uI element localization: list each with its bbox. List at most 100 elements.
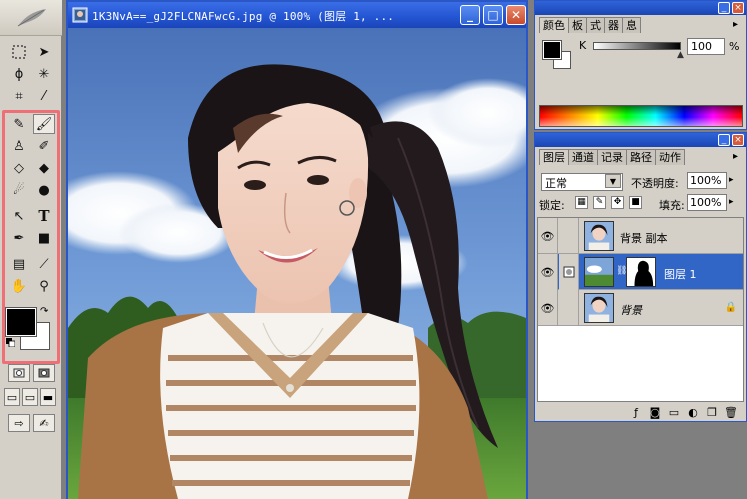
tab-color[interactable]: 颜色 — [539, 17, 569, 33]
tab-navigator[interactable]: 器 — [604, 17, 623, 33]
tab-layers[interactable]: 图层 — [539, 149, 569, 165]
edit-in-imageready-icon[interactable]: ✍ — [33, 414, 55, 432]
path-selection-tool-icon[interactable]: ↖ — [8, 206, 30, 226]
maximize-icon: □ — [487, 8, 499, 22]
new-set-icon[interactable]: ▭ — [667, 405, 681, 419]
screen-mode-full-menu-icon[interactable]: ▭ — [22, 388, 38, 406]
minimize-button[interactable]: _ — [460, 5, 480, 25]
eraser-tool-icon[interactable]: ◇ — [8, 158, 30, 178]
layer-name: 背景 副本 — [620, 232, 668, 245]
layer-mask-thumbnail[interactable] — [626, 257, 656, 287]
new-layer-icon[interactable]: ❐ — [705, 405, 719, 419]
document-title: 1K3NvA==_gJ2FLCNAFwcG.jpg @ 100% (图层 1, … — [92, 10, 395, 23]
lock-all-icon[interactable]: ■ — [629, 196, 642, 209]
eye-icon[interactable]: 👁 — [538, 254, 558, 290]
layer-mask-icon — [563, 266, 574, 278]
layers-palette-title-bar[interactable]: _ × — [535, 133, 746, 147]
paint-bucket-tool-icon[interactable]: ◆ — [33, 158, 55, 178]
lock-label: 锁定: — [539, 199, 565, 212]
layer-name: 背景 — [620, 304, 642, 317]
tab-actions[interactable]: 动作 — [655, 149, 685, 165]
swap-colors-icon[interactable]: ↷ — [40, 306, 48, 317]
eyedropper-tool-icon[interactable]: ⟋ — [33, 254, 55, 274]
quick-mask-mode-icon[interactable] — [33, 364, 55, 382]
color-fg-swatch[interactable] — [542, 40, 562, 60]
color-spectrum-bar[interactable] — [539, 105, 743, 127]
slice-tool-icon[interactable]: ⁄ — [33, 86, 55, 106]
foreground-color-swatch[interactable] — [5, 307, 37, 337]
fill-arrow-icon[interactable]: ▸ — [729, 197, 734, 207]
layer-row-background[interactable]: 👁 背景 🔒 — [538, 290, 743, 326]
hand-tool-icon[interactable]: ✋ — [8, 276, 30, 296]
image-canvas[interactable] — [68, 28, 526, 499]
screen-mode-standard-icon[interactable]: ▭ — [4, 388, 20, 406]
tab-swatches[interactable]: 板 — [568, 17, 587, 33]
toolbox-header[interactable] — [0, 0, 62, 36]
color-palette-minimize-button[interactable]: _ — [718, 2, 730, 14]
shape-tool-icon[interactable]: ■ — [33, 228, 55, 248]
layer-link-slot[interactable] — [559, 218, 579, 254]
clone-stamp-tool-icon[interactable]: ♙ — [8, 136, 30, 156]
magic-wand-tool-icon[interactable]: ✳ — [33, 64, 55, 84]
k-slider[interactable] — [593, 42, 681, 50]
layers-palette-tabs: 图层 通道 记录 路径 动作 — [539, 149, 685, 165]
chevron-down-icon[interactable]: ▼ — [605, 174, 621, 188]
k-value-input[interactable]: 100 — [687, 38, 725, 55]
layer-row-background-copy[interactable]: 👁 背景 副本 — [538, 218, 743, 254]
crop-tool-icon[interactable]: ⌗ — [8, 86, 30, 106]
maximize-button[interactable]: □ — [483, 5, 503, 25]
tab-paths[interactable]: 路径 — [626, 149, 656, 165]
tab-styles[interactable]: 式 — [586, 17, 605, 33]
brush-tool-icon[interactable]: 🖌 — [33, 114, 55, 134]
lock-image-icon[interactable]: ✎ — [593, 196, 606, 209]
lock-position-icon[interactable]: ✥ — [611, 196, 624, 209]
close-button[interactable]: ✕ — [506, 5, 526, 25]
move-tool-icon[interactable]: ➤ — [33, 42, 55, 62]
color-palette-menu-icon[interactable]: ▸ — [733, 19, 738, 30]
standard-mode-icon[interactable] — [8, 364, 30, 382]
healing-brush-tool-icon[interactable]: ✎ — [8, 114, 30, 134]
k-slider-thumb-icon[interactable]: ▲ — [677, 50, 684, 60]
brush-edit-indicator[interactable] — [559, 254, 579, 290]
type-tool-icon[interactable]: T — [33, 206, 55, 226]
adjustment-layer-icon[interactable]: ◐ — [686, 405, 700, 419]
history-brush-tool-icon[interactable]: ✐ — [33, 136, 55, 156]
layer-row-layer-1[interactable]: 👁 ⛓ 图层 1 — [538, 254, 743, 290]
eye-icon[interactable]: 👁 — [538, 218, 558, 254]
add-mask-icon[interactable]: ◙ — [648, 405, 662, 419]
blur-tool-icon[interactable]: ☄ — [8, 180, 30, 200]
document-title-bar[interactable]: 1K3NvA==_gJ2FLCNAFwcG.jpg @ 100% (图层 1, … — [68, 2, 526, 28]
color-palette-tabs: 颜色 板 式 器 息 — [539, 17, 641, 33]
dodge-tool-icon[interactable]: ● — [33, 180, 55, 200]
layer-thumbnail — [584, 221, 614, 251]
opacity-arrow-icon[interactable]: ▸ — [729, 175, 734, 185]
layers-bottom-bar: ƒ ◙ ▭ ◐ ❐ 🗑 — [537, 403, 744, 421]
layer-style-icon[interactable]: ƒ — [629, 405, 643, 419]
lock-transparency-icon[interactable]: ▦ — [575, 196, 588, 209]
layers-palette: _ × 图层 通道 记录 路径 动作 ▸ 正常 ▼ 不透明度: 100% ▸ 锁… — [534, 132, 747, 422]
channel-label: K — [579, 39, 587, 52]
tab-info[interactable]: 息 — [622, 17, 641, 33]
layers-palette-close-button[interactable]: × — [732, 134, 744, 146]
tab-history[interactable]: 记录 — [597, 149, 627, 165]
fill-input[interactable]: 100% — [687, 194, 727, 211]
default-colors-icon[interactable] — [6, 338, 15, 347]
screen-mode-full-icon[interactable]: ▬ — [40, 388, 56, 406]
tab-channels[interactable]: 通道 — [568, 149, 598, 165]
color-palette-title-bar[interactable]: _ × — [535, 1, 746, 15]
trash-icon[interactable]: 🗑 — [724, 405, 738, 419]
opacity-input[interactable]: 100% — [687, 172, 727, 189]
layers-palette-menu-icon[interactable]: ▸ — [733, 151, 738, 162]
zoom-tool-icon[interactable]: ⚲ — [33, 276, 55, 296]
eye-icon[interactable]: 👁 — [538, 290, 558, 326]
pen-tool-icon[interactable]: ✒ — [8, 228, 30, 248]
jump-to-imageready-icon[interactable]: ⇨ — [8, 414, 30, 432]
lasso-tool-icon[interactable]: ϕ — [8, 64, 30, 84]
color-palette-close-button[interactable]: × — [732, 2, 744, 14]
layer-link-slot[interactable] — [559, 290, 579, 326]
layers-palette-minimize-button[interactable]: _ — [718, 134, 730, 146]
document-icon — [72, 7, 88, 23]
notes-tool-icon[interactable]: ▤ — [8, 254, 30, 274]
layer-name: 图层 1 — [664, 268, 697, 281]
marquee-tool-icon[interactable] — [8, 42, 30, 62]
